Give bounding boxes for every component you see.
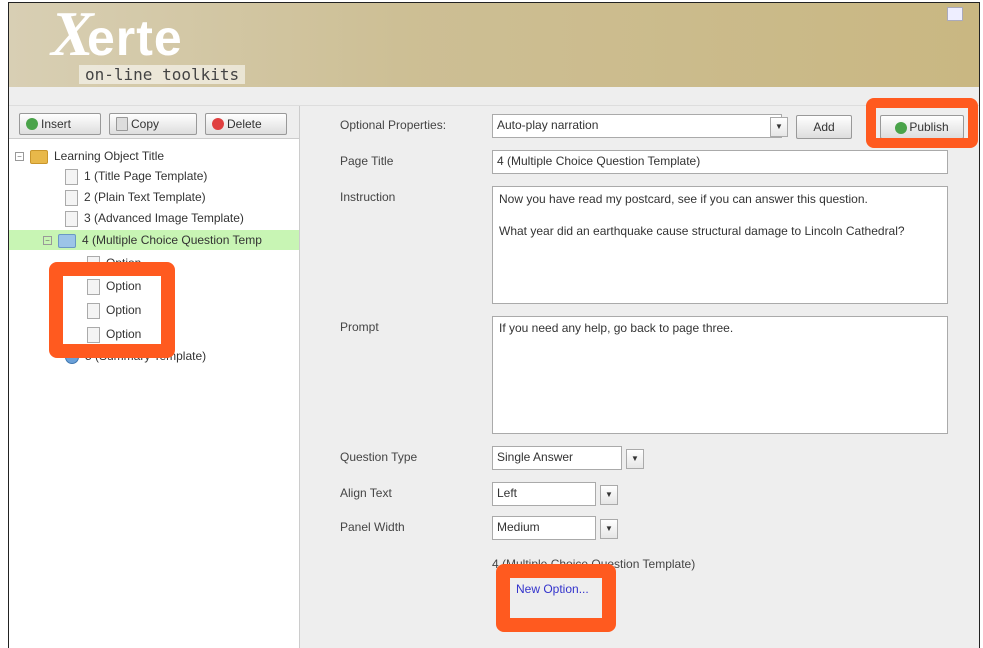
tree-toolbar: Insert Copy Delete xyxy=(9,106,299,139)
image-page-icon xyxy=(65,210,78,227)
insert-button[interactable]: Insert xyxy=(19,113,101,135)
prompt-textarea[interactable]: If you need any help, go back to page th… xyxy=(492,316,948,434)
question-type-value: Single Answer xyxy=(497,450,574,464)
properties-panel: Optional Properties: Auto-play narration… xyxy=(300,98,979,648)
app-header: X erte on-line toolkits xyxy=(9,3,979,87)
tree-item[interactable]: 2 (Plain Text Template) xyxy=(65,187,206,207)
folder-icon xyxy=(30,149,48,164)
tree-root[interactable]: − Learning Object Title xyxy=(15,146,164,166)
header-strip xyxy=(9,87,979,106)
optional-properties-value: Auto-play narration xyxy=(497,118,599,132)
plus-icon xyxy=(26,117,38,130)
left-panel: Insert Copy Delete − Learning Object Titl… xyxy=(9,106,300,648)
tree-item-label: 4 (Multiple Choice Question Temp xyxy=(82,233,262,247)
collapse-icon[interactable]: − xyxy=(15,152,24,162)
logo-x: X xyxy=(51,2,94,69)
tree-root-label: Learning Object Title xyxy=(54,149,165,163)
tree-item-label: 3 (Advanced Image Template) xyxy=(84,211,244,225)
tree-item-label: 1 (Title Page Template) xyxy=(84,169,208,183)
instruction-label: Instruction xyxy=(340,190,396,204)
instruction-textarea[interactable]: Now you have read my postcard, see if yo… xyxy=(492,186,948,304)
instruction-line-1: Now you have read my postcard, see if yo… xyxy=(499,192,868,206)
app-window: X erte on-line toolkits Insert Copy Dele… xyxy=(8,2,980,648)
tree-item[interactable]: 1 (Title Page Template) xyxy=(65,166,207,186)
question-type-label: Question Type xyxy=(340,450,418,464)
align-text-label: Align Text xyxy=(340,486,392,500)
question-type-select[interactable]: Single Answer xyxy=(492,446,622,470)
highlight-options-box xyxy=(49,262,175,358)
chevron-down-icon[interactable]: ▼ xyxy=(626,449,644,469)
question-icon xyxy=(58,233,76,248)
highlight-new-option-box xyxy=(496,564,616,632)
delete-label: Delete xyxy=(227,117,262,131)
broken-image-icon xyxy=(947,7,963,21)
align-text-value: Left xyxy=(497,486,518,500)
page-icon xyxy=(65,168,78,185)
logo-word: erte xyxy=(87,10,183,66)
page-icon xyxy=(65,189,78,206)
tree-item[interactable]: 3 (Advanced Image Template) xyxy=(65,208,244,228)
panel-width-value: Medium xyxy=(497,520,540,534)
copy-icon xyxy=(116,116,128,131)
add-label: Add xyxy=(813,120,835,134)
delete-icon xyxy=(212,117,224,130)
chevron-down-icon[interactable]: ▼ xyxy=(600,519,618,539)
add-button[interactable]: Add xyxy=(796,115,852,139)
tree-item-selected[interactable]: − 4 (Multiple Choice Question Temp xyxy=(9,230,299,250)
page-title-value: 4 (Multiple Choice Question Template) xyxy=(497,154,701,168)
instruction-line-2: What year did an earthquake cause struct… xyxy=(499,224,905,238)
logo-subtitle: on-line toolkits xyxy=(79,65,246,84)
tree-item-label: 2 (Plain Text Template) xyxy=(84,190,206,204)
prompt-label: Prompt xyxy=(340,320,379,334)
panel-width-select[interactable]: Medium xyxy=(492,516,596,540)
page-title-input[interactable]: 4 (Multiple Choice Question Template) xyxy=(492,150,948,174)
optional-properties-label: Optional Properties: xyxy=(340,118,447,132)
insert-label: Insert xyxy=(41,117,72,131)
optional-properties-select[interactable]: Auto-play narration xyxy=(492,114,782,138)
chevron-down-icon[interactable]: ▼ xyxy=(770,117,788,137)
copy-button[interactable]: Copy xyxy=(109,113,197,135)
highlight-publish-box xyxy=(866,98,978,148)
copy-label: Copy xyxy=(131,117,160,131)
collapse-icon[interactable]: − xyxy=(43,236,52,246)
prompt-value: If you need any help, go back to page th… xyxy=(499,321,734,335)
chevron-down-icon[interactable]: ▼ xyxy=(600,485,618,505)
page-title-label: Page Title xyxy=(340,154,394,168)
delete-button[interactable]: Delete xyxy=(205,113,287,135)
panel-width-label: Panel Width xyxy=(340,520,405,534)
align-text-select[interactable]: Left xyxy=(492,482,596,506)
